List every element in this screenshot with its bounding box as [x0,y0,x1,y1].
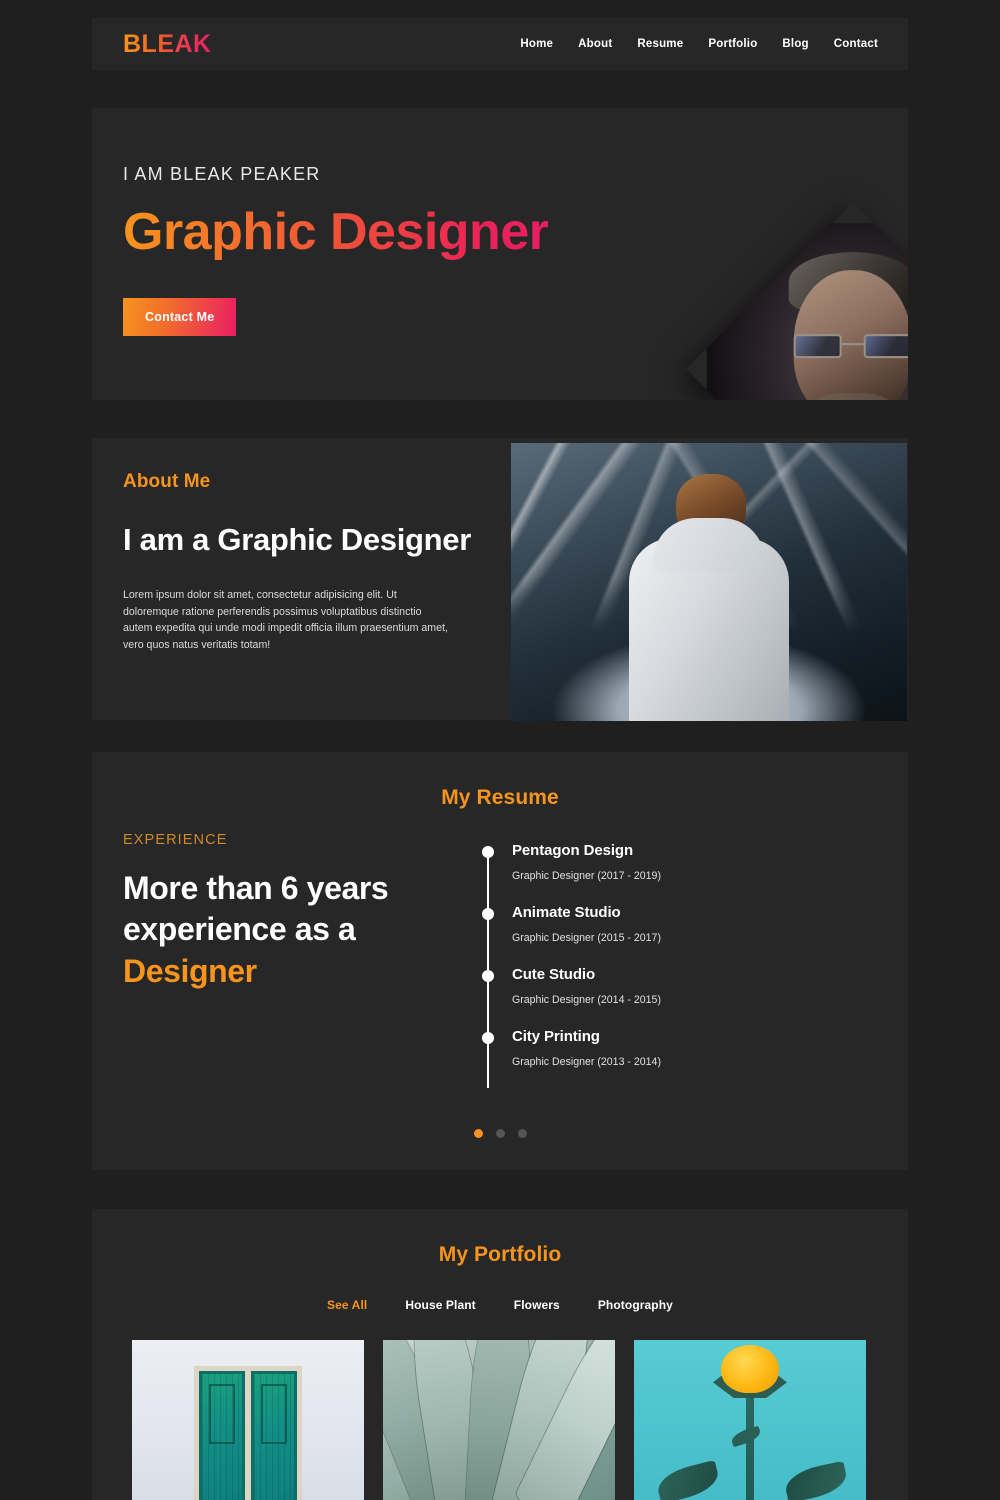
hero-text-block: I AM BLEAK PEAKER Graphic Designer Conta… [123,164,549,336]
resume-title: My Resume [441,786,559,809]
nav-item-resume[interactable]: Resume [637,38,683,50]
carousel-dot-3[interactable] [517,1129,527,1138]
main-navigation: Home About Resume Portfolio Blog Contact [520,38,878,50]
site-logo[interactable]: BLEAK [123,31,212,57]
timeline-company: Pentagon Design [512,842,634,859]
resume-section: My Resume EXPERIENCE More than 6 years e… [92,752,908,1170]
about-section: About Me I am a Graphic Designer Lorem i… [92,438,908,721]
portfolio-grid [132,1340,868,1500]
hero-eyebrow: I AM BLEAK PEAKER [123,164,321,184]
glasses-icon [794,333,908,358]
timeline-dot-icon [482,908,494,920]
experience-timeline: Pentagon Design Graphic Designer (2017 -… [482,842,661,1088]
portfolio-image-agave [383,1340,615,1500]
timeline-item[interactable]: Cute Studio Graphic Designer (2014 - 201… [482,966,661,1006]
resume-carousel-dots [92,1129,908,1138]
filter-see-all[interactable]: See All [327,1298,367,1312]
portfolio-item-1[interactable] [132,1340,364,1500]
timeline-dot-icon [482,970,494,982]
contact-me-button[interactable]: Contact Me [123,297,237,336]
filter-photography[interactable]: Photography [598,1298,673,1312]
timeline-item[interactable]: Pentagon Design Graphic Designer (2017 -… [482,842,661,882]
filter-house-plant[interactable]: House Plant [405,1298,475,1312]
experience-heading-accent: Designer [123,952,257,989]
portfolio-image-rose [634,1340,866,1500]
hero-section: I AM BLEAK PEAKER Graphic Designer Conta… [92,108,908,400]
page-root: BLEAK Home About Resume Portfolio Blog C… [0,0,1000,1500]
hero-portrait-image [706,222,908,400]
portfolio-title: My Portfolio [438,1243,562,1266]
timeline-company: City Printing [512,1028,600,1045]
carousel-dot-2[interactable] [495,1129,505,1138]
about-label: About Me [123,471,211,492]
nav-item-portfolio[interactable]: Portfolio [708,38,757,50]
portfolio-filters: See All House Plant Flowers Photography [92,1298,908,1312]
timeline-item[interactable]: City Printing Graphic Designer (2013 - 2… [482,1028,661,1068]
portfolio-item-3[interactable] [634,1340,866,1500]
timeline-dot-icon [482,1032,494,1044]
nav-item-about[interactable]: About [578,38,612,50]
timeline-company: Animate Studio [512,904,621,921]
about-text-block: About Me I am a Graphic Designer Lorem i… [123,471,473,653]
timeline-item[interactable]: Animate Studio Graphic Designer (2015 - … [482,904,661,944]
resume-body: EXPERIENCE More than 6 years experience … [92,832,908,1088]
experience-label: EXPERIENCE [123,832,228,848]
resume-left-column: EXPERIENCE More than 6 years experience … [92,832,482,1068]
filter-flowers[interactable]: Flowers [514,1298,560,1312]
about-photo [511,443,907,721]
nav-item-home[interactable]: Home [520,38,553,50]
timeline-role: Graphic Designer (2017 - 2019) [512,870,661,882]
portfolio-item-2[interactable] [383,1340,615,1500]
experience-heading-line1: More than 6 years [123,870,389,906]
carousel-dot-1[interactable] [473,1129,483,1138]
nav-item-blog[interactable]: Blog [782,38,808,50]
nav-item-contact[interactable]: Contact [834,38,878,50]
portfolio-image-window [132,1340,364,1500]
experience-heading-line2: experience as a [123,911,356,948]
timeline-role: Graphic Designer (2013 - 2014) [512,1056,661,1068]
timeline-role: Graphic Designer (2014 - 2015) [512,994,661,1006]
hero-title: Graphic Designer [123,203,549,261]
timeline-role: Graphic Designer (2015 - 2017) [512,932,661,944]
timeline-company: Cute Studio [512,966,596,983]
about-body: Lorem ipsum dolor sit amet, consectetur … [123,589,448,651]
about-photo-image [511,443,907,721]
timeline-dot-icon [482,846,494,858]
about-heading: I am a Graphic Designer [123,522,472,557]
hoodie-person-hood [653,518,765,573]
portfolio-section: My Portfolio See All House Plant Flowers… [92,1209,908,1500]
hero-portrait-diamond [706,222,908,400]
site-header: BLEAK Home About Resume Portfolio Blog C… [92,18,908,70]
experience-heading: More than 6 years experience as a Design… [123,868,482,992]
